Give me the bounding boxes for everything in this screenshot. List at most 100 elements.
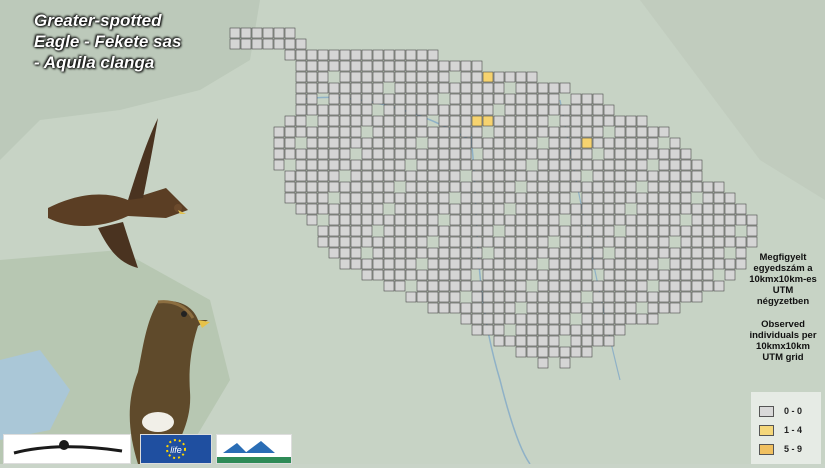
grid-cell — [702, 225, 714, 237]
grid-cell — [548, 302, 560, 314]
grid-cell — [460, 225, 472, 237]
grid-cell — [647, 247, 659, 259]
grid-cell — [603, 302, 615, 314]
grid-cell — [339, 71, 351, 83]
grid-cell — [570, 126, 582, 138]
grid-cell — [361, 269, 373, 281]
grid-cell — [383, 170, 395, 182]
grid-cell — [493, 280, 505, 292]
grid-cell — [504, 93, 516, 105]
grid-cell — [658, 126, 670, 138]
grid-cell — [361, 137, 373, 149]
grid-cell — [493, 170, 505, 182]
grid-cell — [537, 324, 549, 336]
grid-cell — [306, 137, 318, 149]
grid-cell — [482, 302, 494, 314]
grid-cell — [526, 258, 538, 270]
grid-cell — [724, 192, 736, 204]
grid-cell — [559, 181, 571, 193]
grid-cell — [592, 225, 604, 237]
grid-cell — [350, 225, 362, 237]
grid-cell — [394, 225, 406, 237]
grid-cell — [471, 71, 483, 83]
grid-cell — [427, 148, 439, 160]
grid-cell — [592, 258, 604, 270]
grid-cell — [559, 104, 571, 116]
grid-cell — [361, 214, 373, 226]
grid-cell — [405, 148, 417, 160]
grid-cell — [449, 148, 461, 160]
grid-cell — [691, 159, 703, 171]
grid-cell — [427, 181, 439, 193]
grid-cell — [636, 291, 648, 303]
grid-cell — [427, 71, 439, 83]
grid-cell — [658, 214, 670, 226]
grid-cell — [581, 280, 593, 292]
grid-cell — [317, 170, 329, 182]
grid-cell — [537, 192, 549, 204]
grid-cell — [669, 148, 681, 160]
grid-cell — [636, 192, 648, 204]
grid-cell — [526, 225, 538, 237]
grid-cell — [559, 225, 571, 237]
grid-cell — [636, 280, 648, 292]
grid-cell — [317, 71, 329, 83]
grid-cell — [603, 203, 615, 215]
grid-cell — [394, 203, 406, 215]
grid-cell — [416, 225, 428, 237]
grid-cell — [416, 71, 428, 83]
grid-cell — [427, 126, 439, 138]
grid-cell — [603, 159, 615, 171]
grid-cell — [394, 280, 406, 292]
grid-cell — [361, 170, 373, 182]
grid-cell — [702, 203, 714, 215]
grid-cell — [284, 27, 296, 39]
grid-cell — [592, 291, 604, 303]
grid-cell — [713, 214, 725, 226]
grid-cell — [680, 225, 692, 237]
grid-cell — [328, 159, 340, 171]
grid-cell — [372, 148, 384, 160]
grid-cell — [735, 247, 747, 259]
grid-cell — [361, 203, 373, 215]
grid-cell — [405, 49, 417, 61]
grid-cell — [537, 346, 549, 358]
grid-cell — [350, 258, 362, 270]
grid-cell — [625, 291, 637, 303]
grid-cell — [647, 148, 659, 160]
grid-cell — [372, 159, 384, 171]
grid-cell — [317, 225, 329, 237]
grid-cell — [460, 181, 472, 193]
grid-cell — [691, 291, 703, 303]
grid-cell — [647, 269, 659, 281]
grid-cell — [295, 60, 307, 72]
grid-cell — [306, 93, 318, 105]
grid-cell — [746, 236, 758, 248]
grid-cell — [724, 225, 736, 237]
grid-cell — [372, 170, 384, 182]
grid-cell — [526, 181, 538, 193]
grid-cell — [504, 71, 516, 83]
grid-cell — [328, 137, 340, 149]
grid-cell — [438, 203, 450, 215]
grid-cell — [504, 170, 516, 182]
grid-cell — [625, 126, 637, 138]
grid-cell — [471, 247, 483, 259]
grid-cell — [339, 192, 351, 204]
grid-cell — [317, 126, 329, 138]
grid-cell — [636, 269, 648, 281]
grid-cell — [636, 313, 648, 325]
title-line-2: Eagle - Fekete sas — [34, 32, 182, 51]
grid-cell — [713, 236, 725, 248]
grid-cell — [317, 60, 329, 72]
grid-cell — [548, 192, 560, 204]
grid-cell — [735, 236, 747, 248]
grid-cell — [438, 225, 450, 237]
grid-cell — [405, 137, 417, 149]
grid-cell — [669, 192, 681, 204]
grid-cell — [647, 258, 659, 270]
grid-cell — [339, 49, 351, 61]
grid-cell — [504, 104, 516, 116]
grid-cell — [559, 126, 571, 138]
grid-cell — [504, 137, 516, 149]
